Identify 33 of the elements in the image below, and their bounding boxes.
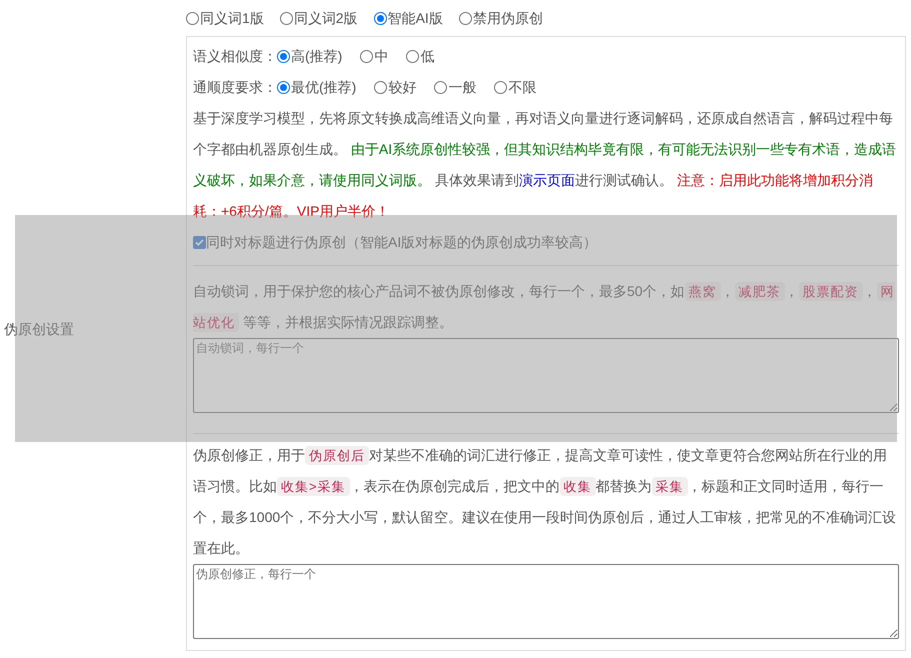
radio-option[interactable]: 智能AI版: [374, 8, 443, 29]
corrections-field[interactable]: 伪原创修正，每行一个: [193, 564, 899, 639]
radio-button[interactable]: [360, 50, 374, 63]
radio-button[interactable]: [458, 12, 472, 25]
radio-button[interactable]: [406, 50, 420, 63]
radio-option[interactable]: 中: [360, 46, 388, 67]
radio-button[interactable]: [277, 50, 290, 63]
corrections-text: 伪原创修正，用于 伪原创后 对某些不准确的词汇进行修正，提高文章可读性，使文章更符合您网站所在行业的用语习惯。比如 收集>采集 ，表示在伪原创完成后，把文中的 收集 都替换为 采集 ，标题和正文同时适用，每行一个，最多1000个，不分大小写，默认留空。建议在使用一段时间伪原创后，通过人工审核，把常见的不准确词汇设置在此。: [193, 445, 898, 558]
lock-words-text: 自动锁词，用于保护您的核心产品词不被伪原创修改，每行一个，最多50个，如 燕窝 ， 减肥茶 ， 股票配资 ， 网站优化 等等，并根据实际情况跟踪调整。: [193, 281, 896, 334]
description-text: 基于深度学习模型，先将原文转换成高维语义向量，再对语义向量进行逐词解码，还原成自然语言，解码过程中每个字都由机器原创生成。 由于AI系统原创性较强，但其知识结构毕竟有限，有可能无法识别一些专有术语，造成语义破坏，如果介意，请使用同义词版。 具体效果请到演示页面进行测试确认。 注意：启用此功能将增加积分消耗：+6积分/篇。VIP用户半价！: [193, 109, 898, 221]
radio-option[interactable]: 最优(推荐): [277, 77, 356, 98]
check-icon: [195, 238, 204, 246]
demo-page-link[interactable]: 演示页面: [518, 172, 575, 188]
radio-option[interactable]: 高(推荐): [277, 46, 342, 67]
radio-option[interactable]: 禁用伪原创: [458, 8, 543, 29]
radio-option[interactable]: 较好: [374, 77, 416, 98]
option-label: 语义相似度：: [193, 47, 277, 66]
radio-button[interactable]: [374, 12, 387, 25]
radio-button[interactable]: [434, 81, 448, 94]
checkbox[interactable]: [193, 236, 206, 248]
radio-button[interactable]: [374, 81, 388, 94]
radio-option[interactable]: 不限: [494, 77, 536, 98]
radio-button[interactable]: [494, 81, 508, 94]
radio-option[interactable]: 同义词2版: [280, 8, 358, 29]
lock-words-field[interactable]: 自动锁词，每行一个: [193, 338, 899, 413]
option-label: 通顺度要求：: [193, 78, 277, 97]
radio-option[interactable]: 一般: [434, 77, 476, 98]
radio-button[interactable]: [277, 81, 290, 94]
radio-option[interactable]: 低: [406, 46, 434, 67]
radio-button[interactable]: [280, 12, 293, 25]
radio-button[interactable]: [186, 12, 199, 25]
radio-option[interactable]: 同义词1版: [186, 8, 264, 29]
row-label: 伪原创设置: [4, 320, 74, 338]
